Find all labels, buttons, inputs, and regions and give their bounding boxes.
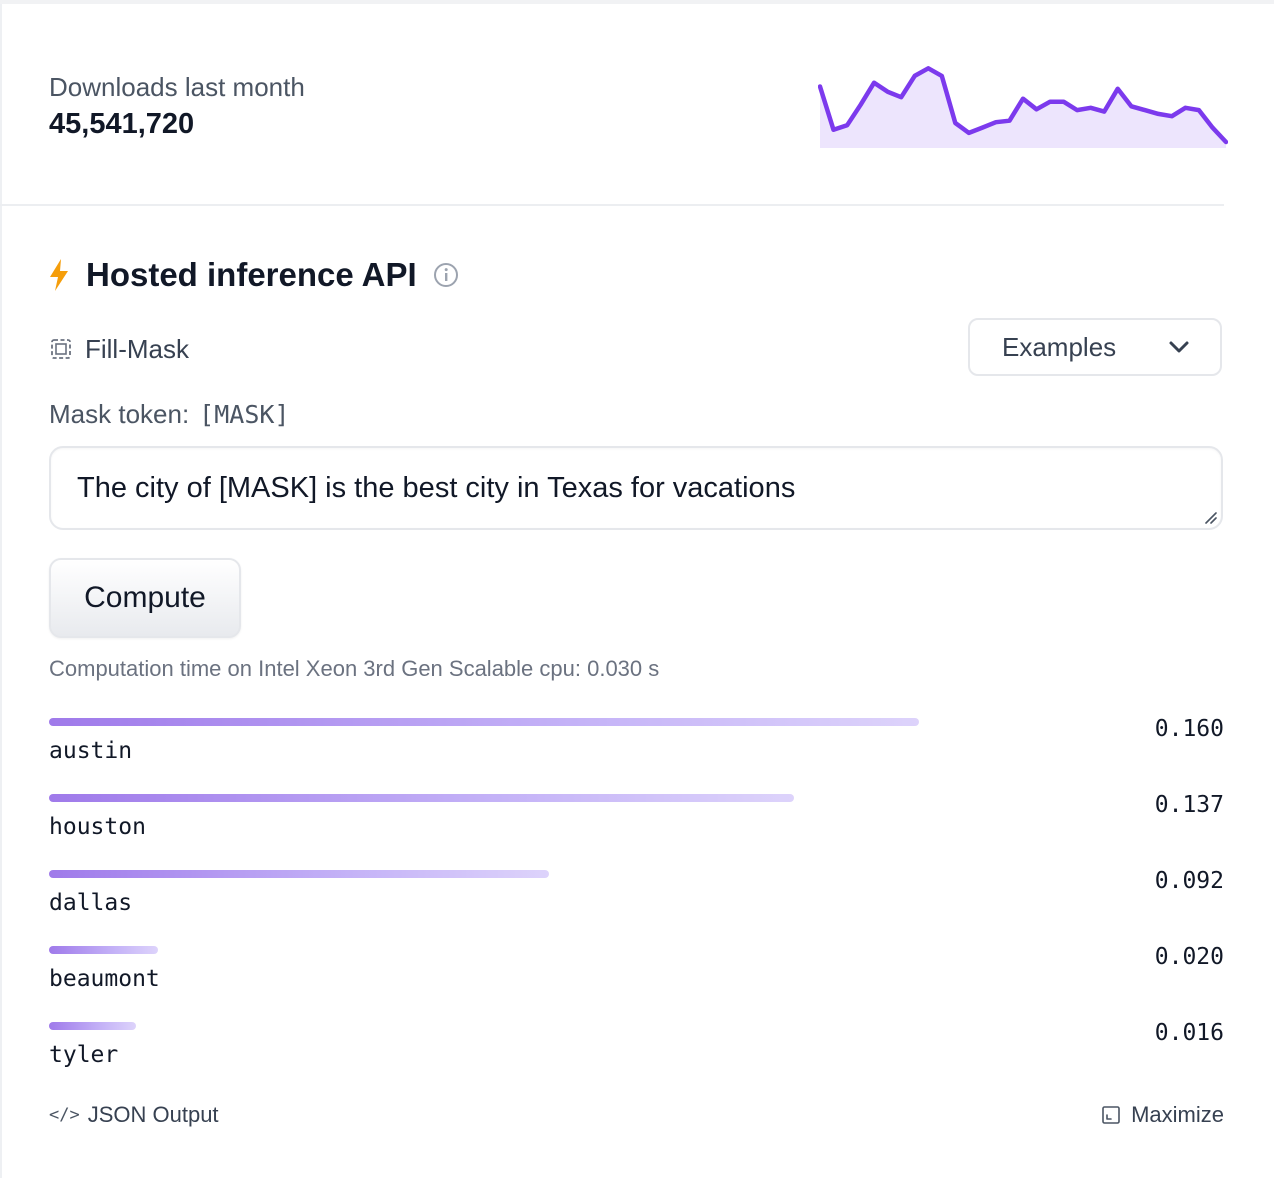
api-title: Hosted inference API	[86, 256, 417, 293]
lightning-bolt-icon	[50, 259, 68, 291]
result-row: austin 0.160	[49, 716, 1224, 792]
input-textarea[interactable]: The city of [MASK] is the best city in T…	[49, 446, 1223, 530]
sparkline-area	[820, 68, 1226, 148]
json-output-label: JSON Output	[87, 1102, 219, 1127]
results-list: austin 0.160 houston 0.137 dallas 0.092 …	[49, 716, 1224, 1096]
mask-token-info: Mask token: [MASK]	[49, 396, 289, 432]
result-row: dallas 0.092	[49, 868, 1224, 944]
downloads-label: Downloads last month	[49, 72, 305, 102]
result-bar	[49, 946, 158, 954]
api-header: Hosted inference API	[46, 250, 459, 300]
mask-token-label: Mask token:	[49, 398, 190, 429]
code-icon: </>	[49, 1105, 80, 1125]
result-bar-track	[49, 794, 1049, 802]
section-divider	[0, 204, 1224, 206]
result-row: houston 0.137	[49, 792, 1224, 868]
downloads-count: 45,541,720	[49, 108, 195, 140]
downloads-sparkline	[818, 66, 1228, 148]
result-row: tyler 0.016	[49, 1020, 1224, 1096]
examples-dropdown[interactable]: Examples	[968, 318, 1222, 376]
result-label: beaumont	[49, 966, 160, 992]
maximize-icon	[1102, 1106, 1120, 1124]
result-score: 0.137	[1154, 792, 1224, 818]
result-label: dallas	[49, 890, 133, 916]
maximize-button[interactable]: Maximize	[1101, 1102, 1224, 1128]
result-bar	[49, 870, 549, 878]
result-row: beaumont 0.020	[49, 944, 1224, 1020]
result-score: 0.020	[1154, 944, 1224, 970]
mask-token-value: [MASK]	[199, 399, 290, 429]
panel-left-border	[0, 0, 2, 1178]
compute-button[interactable]: Compute	[49, 558, 241, 638]
result-bar	[49, 718, 919, 726]
result-score: 0.016	[1154, 1020, 1224, 1046]
resize-handle-icon[interactable]	[1203, 510, 1217, 524]
examples-label: Examples	[1002, 331, 1117, 362]
input-text: The city of [MASK] is the best city in T…	[77, 472, 796, 504]
result-bar-track	[49, 718, 1049, 726]
info-icon[interactable]	[433, 262, 459, 288]
task-label: Fill-Mask	[85, 333, 189, 364]
result-bar-track	[49, 1022, 1049, 1030]
maximize-label: Maximize	[1131, 1102, 1224, 1127]
fill-mask-icon	[51, 339, 71, 359]
result-score: 0.092	[1154, 868, 1224, 894]
computation-time: Computation time on Intel Xeon 3rd Gen S…	[49, 656, 660, 681]
result-label: tyler	[49, 1042, 119, 1068]
panel-top-border	[0, 0, 1274, 4]
result-label: houston	[49, 814, 146, 840]
json-output-toggle[interactable]: </> JSON Output	[49, 1102, 219, 1128]
result-score: 0.160	[1154, 716, 1224, 742]
result-bar	[49, 794, 794, 802]
chevron-down-icon	[1169, 341, 1189, 353]
result-bar	[49, 1022, 136, 1030]
result-label: austin	[49, 738, 133, 764]
result-bar-track	[49, 946, 1049, 954]
task-type: Fill-Mask	[49, 330, 189, 368]
result-bar-track	[49, 870, 1049, 878]
